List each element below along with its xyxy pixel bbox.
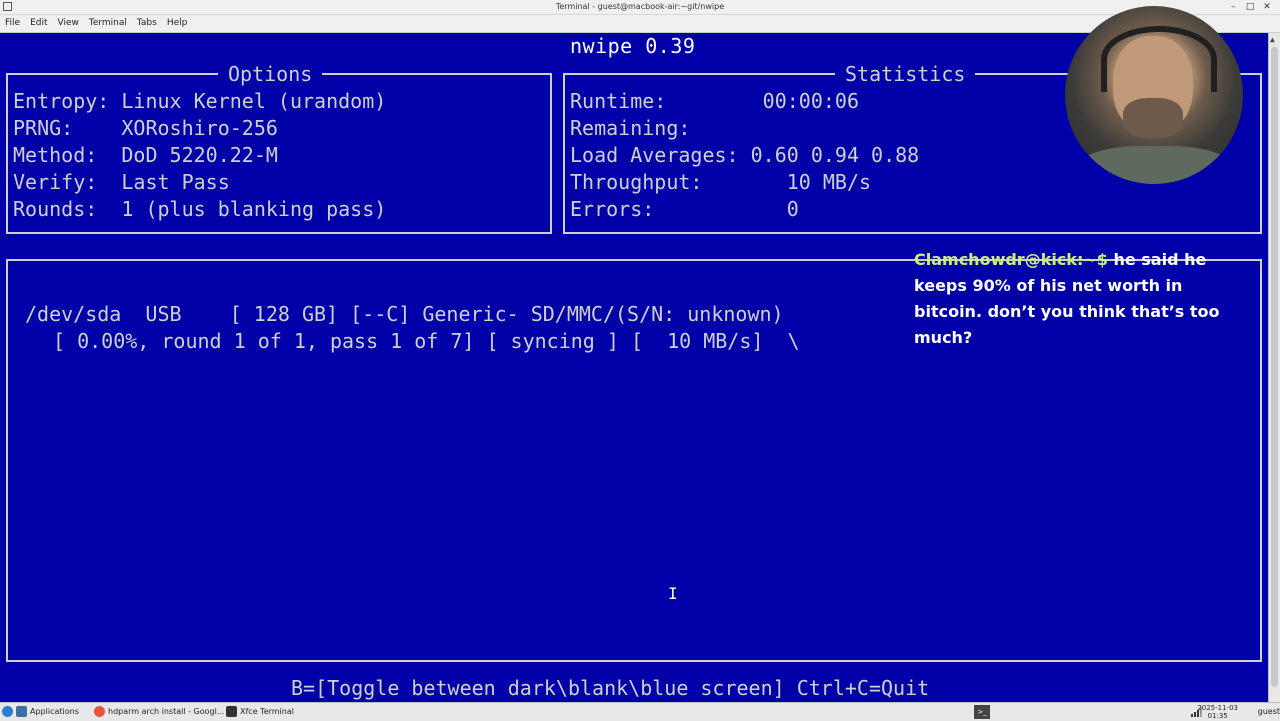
device-info-line[interactable]: /dev/sda USB [ 128 GB] [--C] Generic- SD… bbox=[25, 301, 784, 327]
stat-runtime: Runtime: 00:00:06 bbox=[570, 89, 859, 113]
nwipe-title: nwipe 0.39 bbox=[570, 34, 696, 58]
footer-keys: B=[Toggle between dark\blank\blue screen… bbox=[291, 676, 930, 700]
stat-load-averages: Load Averages: 0.60 0.94 0.88 bbox=[570, 143, 920, 167]
headset-icon bbox=[1101, 26, 1217, 92]
taskbar-applications[interactable]: Applications bbox=[2, 703, 79, 721]
option-verify: Verify: Last Pass bbox=[13, 170, 230, 194]
menu-bar: File Edit View Terminal Tabs Help bbox=[0, 15, 1280, 33]
window-titlebar: Terminal - guest@macbook-air:~git/nwipe … bbox=[0, 0, 1280, 15]
webcam-shirt bbox=[1075, 146, 1235, 184]
window-controls: – □ ✕ bbox=[1226, 0, 1274, 14]
device-progress-line: [ 0.00%, round 1 of 1, pass 1 of 7] [ sy… bbox=[53, 329, 800, 353]
options-header: Options bbox=[218, 61, 323, 87]
option-rounds: Rounds: 1 (plus blanking pass) bbox=[13, 197, 387, 221]
taskbar-applications-label: Applications bbox=[30, 707, 79, 716]
taskbar: Applications hdparm arch install - Googl… bbox=[0, 702, 1280, 721]
option-method: Method: DoD 5220.22-M bbox=[13, 143, 278, 167]
window-title: Terminal - guest@macbook-air:~git/nwipe bbox=[555, 2, 725, 11]
taskbar-terminal-window[interactable]: Xfce Terminal bbox=[226, 703, 294, 721]
option-prng: PRNG: XORoshiro-256 bbox=[13, 116, 278, 140]
taskbar-browser-window[interactable]: hdparm arch install - Googl... bbox=[94, 703, 224, 721]
menu-tabs[interactable]: Tabs bbox=[132, 15, 162, 32]
statistics-header: Statistics bbox=[835, 61, 976, 87]
taskbar-terminal-label: Xfce Terminal bbox=[240, 707, 294, 716]
maximize-icon[interactable]: □ bbox=[1243, 0, 1257, 14]
options-box: Options Entropy: Linux Kernel (urandom) … bbox=[6, 61, 552, 234]
stat-errors: Errors: 0 bbox=[570, 197, 799, 221]
scroll-thumb[interactable] bbox=[1271, 47, 1278, 687]
taskbar-clock[interactable]: 2025-11-03 01:35 bbox=[1197, 704, 1238, 720]
taskbar-user[interactable]: guest bbox=[1258, 703, 1280, 721]
applications-menu-icon bbox=[16, 706, 27, 717]
menu-help[interactable]: Help bbox=[162, 15, 193, 32]
taskbar-browser-label: hdparm arch install - Googl... bbox=[108, 707, 225, 716]
text-cursor-icon: I bbox=[668, 584, 678, 603]
chat-overlay: Clamchowdr@kick:~$ he said he keeps 90% … bbox=[914, 247, 1254, 351]
close-icon[interactable]: ✕ bbox=[1260, 0, 1274, 14]
stat-remaining: Remaining: bbox=[570, 116, 691, 140]
chat-username: Clamchowdr@kick:~$ bbox=[914, 250, 1108, 269]
stat-throughput: Throughput: 10 MB/s bbox=[570, 170, 872, 194]
option-entropy: Entropy: Linux Kernel (urandom) bbox=[13, 89, 387, 113]
minimize-icon[interactable]: – bbox=[1226, 0, 1240, 14]
browser-icon bbox=[94, 706, 105, 717]
webcam-beard bbox=[1123, 98, 1183, 138]
scrollbar[interactable]: ▲ bbox=[1268, 33, 1280, 702]
menu-terminal[interactable]: Terminal bbox=[84, 15, 132, 32]
scroll-up-icon[interactable]: ▲ bbox=[1270, 35, 1275, 44]
xfce-logo-icon bbox=[2, 706, 13, 717]
terminal-icon bbox=[226, 706, 237, 717]
menu-view[interactable]: View bbox=[53, 15, 84, 32]
menu-edit[interactable]: Edit bbox=[25, 15, 52, 32]
nwipe-footer: B=[Toggle between dark\blank\blue screen… bbox=[0, 674, 1269, 702]
webcam-overlay bbox=[1065, 6, 1243, 184]
clock-time: 01:35 bbox=[1207, 712, 1228, 720]
clock-date: 2025-11-03 bbox=[1197, 704, 1238, 712]
menu-file[interactable]: File bbox=[0, 15, 25, 32]
tray-terminal-icon[interactable]: >_ bbox=[974, 705, 990, 719]
